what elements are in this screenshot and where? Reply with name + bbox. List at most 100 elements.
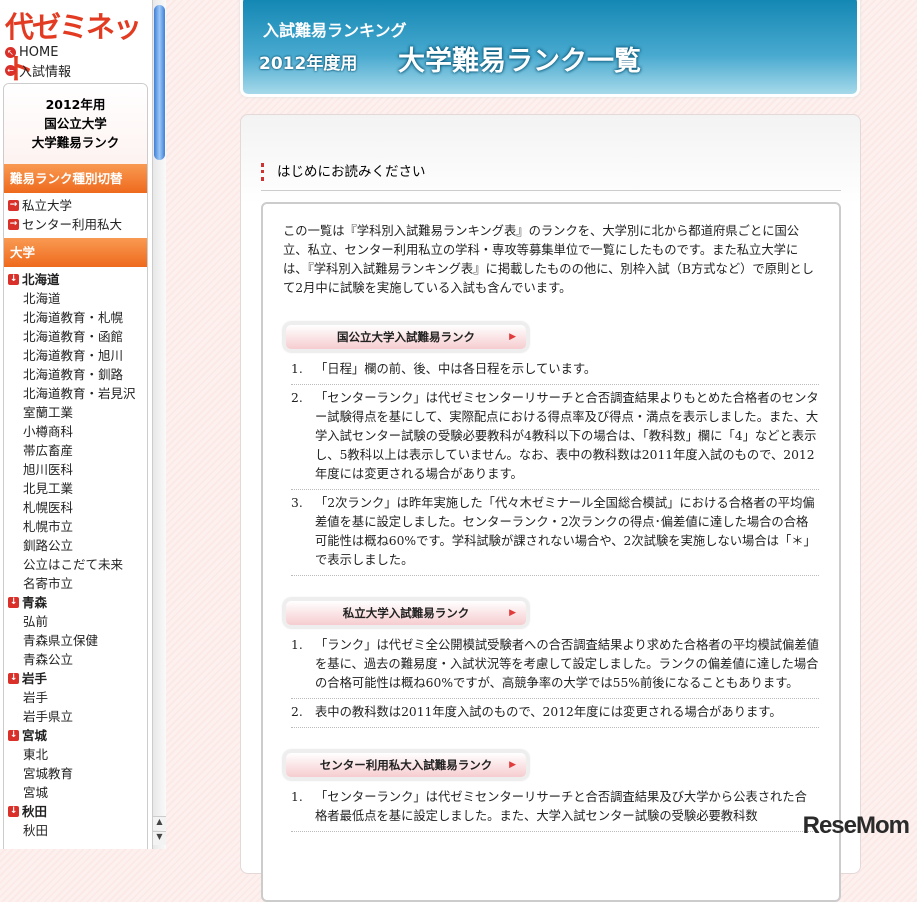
panel-title: 2012年用 国公立大学 大学難易ランク bbox=[4, 84, 147, 164]
item-number: 1. bbox=[291, 362, 303, 376]
university-header: 大学 bbox=[4, 238, 147, 267]
arrow-right-icon: → bbox=[8, 219, 19, 230]
switch-item-label: 私立大学 bbox=[22, 198, 73, 213]
university-link[interactable]: 釧路公立 bbox=[4, 536, 147, 555]
arrow-down-icon: ↓ bbox=[8, 730, 19, 741]
item-number: 1. bbox=[291, 790, 303, 804]
arrow-left-icon: ← bbox=[5, 65, 16, 76]
section-button-label: センター利用私大入試難易ランク bbox=[319, 758, 493, 772]
panel-title-line: 2012年用 bbox=[45, 97, 106, 112]
triangle-right-icon: ▶ bbox=[509, 760, 516, 770]
switch-item-private[interactable]: → 私立大学 bbox=[4, 196, 147, 215]
section-button[interactable]: 国公立大学入試難易ランク ▶ bbox=[283, 322, 529, 352]
list-item: 2. 「センターランク」は代ゼミセンターリサーチと合否調査結果よりもとめた合格者の… bbox=[291, 385, 819, 490]
main-area: 入試難易ランキング 2012年度用 大学難易ランク一覧 はじめにお読みください … bbox=[166, 0, 917, 902]
prefecture-toggle[interactable]: ↓ 青森 bbox=[4, 593, 147, 612]
section-button-label: 私立大学入試難易ランク bbox=[342, 606, 470, 620]
university-link[interactable]: 小樽商科 bbox=[4, 422, 147, 441]
section-heading: はじめにお読みください bbox=[261, 163, 841, 191]
arrow-down-icon: ↓ bbox=[8, 673, 19, 684]
university-link[interactable]: 北海道教育・旭川 bbox=[4, 346, 147, 365]
prefecture-label: 秋田 bbox=[22, 804, 48, 819]
university-link[interactable]: 北海道教育・函館 bbox=[4, 327, 147, 346]
prefecture-label: 青森 bbox=[22, 595, 48, 610]
sidebar-scrollbar[interactable]: ▲ ▼ bbox=[152, 0, 166, 849]
university-link[interactable]: 宮城 bbox=[4, 783, 147, 802]
prefecture-label: 宮城 bbox=[22, 728, 48, 743]
university-link[interactable]: 弘前 bbox=[4, 612, 147, 631]
prefecture-toggle[interactable]: ↓ 岩手 bbox=[4, 669, 147, 688]
item-text: 「2次ランク」は昨年実施した「代々木ゼミナール全国総合模試」における合格者の平均… bbox=[315, 496, 816, 567]
item-text: 表中の教科数は2011年度入試のもので、2012年度には変更される場合があります… bbox=[315, 705, 782, 719]
university-list: ↓ 北海道 北海道 北海道教育・札幌 北海道教育・函館 北海道教育・旭川 北海道教育・釧路北… bbox=[4, 267, 147, 840]
panel-title-line: 大学難易ランク bbox=[31, 135, 120, 150]
notes-box: この一覧は『学科別入試難易ランキング表』のランクを、大学別に北から都道府県ごとに… bbox=[261, 202, 841, 902]
scrollbar-thumb[interactable] bbox=[154, 5, 165, 160]
university-link[interactable]: 公立はこだて未来 bbox=[4, 555, 147, 574]
list-item: 1. 「センターランク」は代ゼミセンターリサーチと合否調査結果及び大学から公表され… bbox=[291, 784, 819, 832]
exam-info-link-label: 入試情報 bbox=[19, 65, 72, 80]
notes-list: 1. 「センターランク」は代ゼミセンターリサーチと合否調査結果及び大学から公表され… bbox=[283, 784, 819, 832]
arrow-upleft-icon: ↖ bbox=[5, 47, 16, 58]
university-link[interactable]: 室蘭工業 bbox=[4, 403, 147, 422]
university-link[interactable]: 東北 bbox=[4, 745, 147, 764]
notes-list: 1. 「ランク」は代ゼミ全公開模試受験者への合否調査結果より求めた合格者の平均模試… bbox=[283, 632, 819, 728]
section-button[interactable]: センター利用私大入試難易ランク ▶ bbox=[283, 750, 529, 780]
exam-info-link[interactable]: ← 入試情報 bbox=[5, 61, 71, 80]
university-link[interactable]: 青森県立保健 bbox=[4, 631, 147, 650]
arrow-down-icon: ↓ bbox=[8, 597, 19, 608]
item-text: 「ランク」は代ゼミ全公開模試受験者への合否調査結果より求めた合格者の平均模試偏差… bbox=[315, 638, 819, 690]
arrow-right-icon: → bbox=[8, 200, 19, 211]
prefecture-toggle[interactable]: ↓ 北海道 bbox=[4, 270, 147, 289]
item-number: 2. bbox=[291, 705, 303, 719]
section-button[interactable]: 私立大学入試難易ランク ▶ bbox=[283, 598, 529, 628]
intro-text: この一覧は『学科別入試難易ランキング表』のランクを、大学別に北から都道府県ごとに… bbox=[283, 224, 814, 295]
university-link[interactable]: 北見工業 bbox=[4, 479, 147, 498]
page-banner: 入試難易ランキング 2012年度用 大学難易ランク一覧 bbox=[240, 0, 860, 97]
university-link[interactable]: 北海道教育・岩見沢 bbox=[4, 384, 147, 403]
university-link[interactable]: 北海道教育・札幌 bbox=[4, 308, 147, 327]
triangle-right-icon: ▶ bbox=[509, 332, 516, 342]
university-link[interactable]: 青森公立 bbox=[4, 650, 147, 669]
item-text: 「センターランク」は代ゼミセンターリサーチと合否調査結果及び大学から公表された合… bbox=[315, 790, 807, 823]
switch-header: 難易ランク種別切替 bbox=[4, 164, 147, 193]
university-link[interactable]: 帯広畜産 bbox=[4, 441, 147, 460]
arrow-down-icon: ↓ bbox=[8, 274, 19, 285]
page-title: 大学難易ランク一覧 bbox=[398, 46, 641, 77]
item-text: 「センターランク」は代ゼミセンターリサーチと合否調査結果よりもとめた合格者のセン… bbox=[315, 391, 819, 481]
item-text: 「日程」欄の前、後、中は各日程を示しています。 bbox=[315, 362, 597, 376]
scroll-up-button[interactable]: ▲ bbox=[153, 816, 166, 830]
item-number: 2. bbox=[291, 391, 303, 405]
university-link[interactable]: 北海道教育・釧路 bbox=[4, 365, 147, 384]
home-link[interactable]: ↖ HOME bbox=[5, 45, 58, 60]
prefecture-toggle[interactable]: ↓ 宮城 bbox=[4, 726, 147, 745]
university-link[interactable]: 名寄市立 bbox=[4, 574, 147, 593]
notes-list: 1. 「日程」欄の前、後、中は各日程を示しています。 2. 「センターランク」は代ゼミ… bbox=[283, 356, 819, 576]
list-item: 1. 「日程」欄の前、後、中は各日程を示しています。 bbox=[291, 356, 819, 385]
scroll-down-button[interactable]: ▼ bbox=[153, 831, 166, 845]
sidebar: 代ゼミネット ↖ HOME ← 入試情報 2012年用 国公立大学 大学難易ランク … bbox=[0, 0, 152, 849]
section-button-label: 国公立大学入試難易ランク bbox=[337, 330, 475, 344]
item-number: 1. bbox=[291, 638, 303, 652]
home-link-label: HOME bbox=[19, 45, 59, 60]
university-link[interactable]: 宮城教育 bbox=[4, 764, 147, 783]
item-number: 3. bbox=[291, 496, 303, 510]
university-link[interactable]: 秋田 bbox=[4, 821, 147, 840]
university-link[interactable]: 岩手県立 bbox=[4, 707, 147, 726]
content-panel: はじめにお読みください この一覧は『学科別入試難易ランキング表』のランクを、大学… bbox=[240, 114, 861, 902]
switch-item-center[interactable]: → センター利用私大 bbox=[4, 215, 147, 234]
list-item: 1. 「ランク」は代ゼミ全公開模試受験者への合否調査結果より求めた合格者の平均模試… bbox=[291, 632, 819, 699]
panel-title-line: 国公立大学 bbox=[44, 116, 107, 131]
prefecture-toggle[interactable]: ↓ 秋田 bbox=[4, 802, 147, 821]
arrow-down-icon: ↓ bbox=[8, 806, 19, 817]
banner-subtitle: 入試難易ランキング bbox=[263, 21, 407, 40]
university-link[interactable]: 札幌医科 bbox=[4, 498, 147, 517]
switch-item-label: センター利用私大 bbox=[22, 217, 123, 232]
university-link[interactable]: 北海道 bbox=[4, 289, 147, 308]
prefecture-label: 北海道 bbox=[22, 272, 60, 287]
ranking-panel: 2012年用 国公立大学 大学難易ランク 難易ランク種別切替 → 私立大学 → セン… bbox=[3, 83, 148, 849]
university-link[interactable]: 旭川医科 bbox=[4, 460, 147, 479]
triangle-right-icon: ▶ bbox=[509, 608, 516, 618]
university-link[interactable]: 岩手 bbox=[4, 688, 147, 707]
university-link[interactable]: 札幌市立 bbox=[4, 517, 147, 536]
